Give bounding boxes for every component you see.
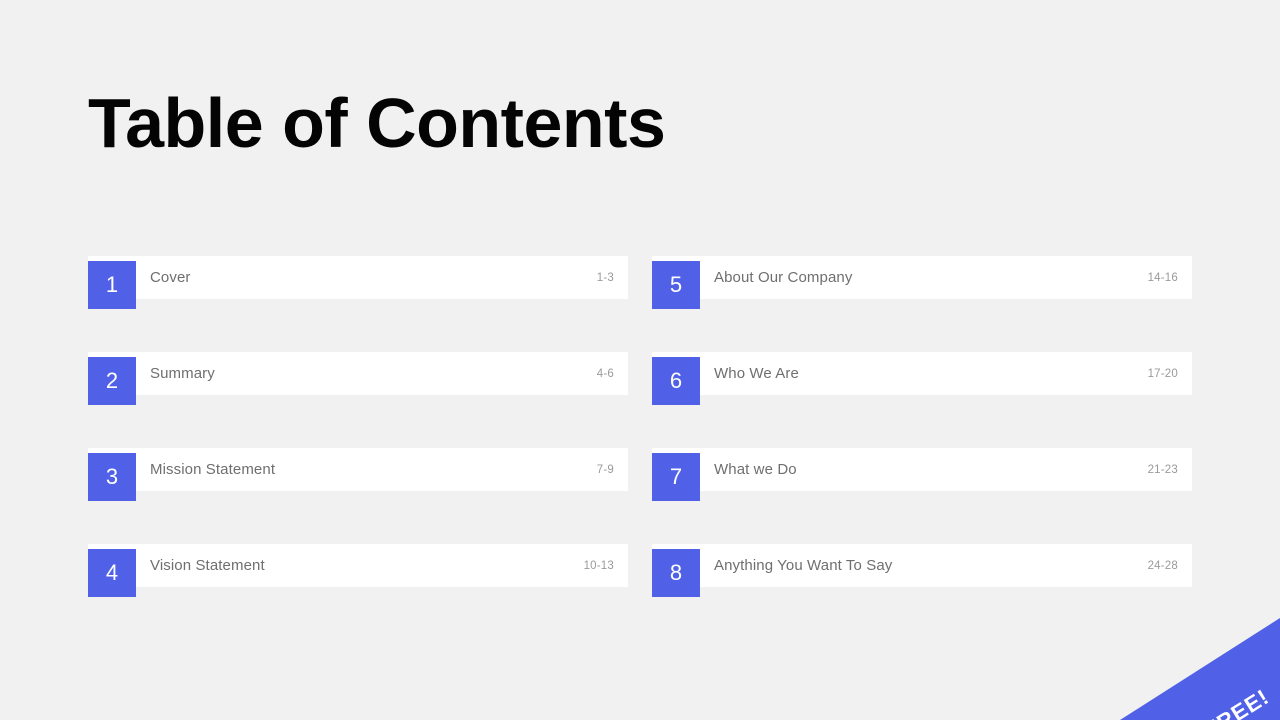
list-item[interactable]: Who We Are 17-20 6 [652, 352, 1192, 405]
toc-entry-label: Vision Statement [150, 557, 265, 574]
free-corner-ribbon: FREE! [1120, 618, 1280, 720]
toc-entry-pages: 10-13 [583, 559, 614, 572]
toc-entry-label: Anything You Want To Say [714, 557, 893, 574]
toc-entry-number: 4 [88, 549, 136, 597]
list-item[interactable]: Vision Statement 10-13 4 [88, 544, 628, 597]
list-item[interactable]: About Our Company 14-16 5 [652, 256, 1192, 309]
toc-entry-pages: 17-20 [1147, 367, 1178, 380]
ribbon-triangle [1120, 618, 1280, 720]
toc-entry-number: 3 [88, 453, 136, 501]
toc-entry-pages: 14-16 [1147, 271, 1178, 284]
toc-entry-label: What we Do [714, 461, 797, 478]
toc-entry-label: About Our Company [714, 269, 853, 286]
toc-entry-number: 7 [652, 453, 700, 501]
slide-canvas: Table of Contents Cover 1-3 1 About Our … [0, 0, 1280, 720]
toc-entry-card[interactable]: What we Do 21-23 [652, 448, 1192, 491]
toc-entry-card[interactable]: Who We Are 17-20 [652, 352, 1192, 395]
list-item[interactable]: Anything You Want To Say 24-28 8 [652, 544, 1192, 597]
toc-entry-number: 5 [652, 261, 700, 309]
toc-entry-pages: 1-3 [596, 271, 614, 284]
list-item[interactable]: Cover 1-3 1 [88, 256, 628, 309]
toc-entry-number: 6 [652, 357, 700, 405]
toc-entry-card[interactable]: Anything You Want To Say 24-28 [652, 544, 1192, 587]
toc-entry-label: Mission Statement [150, 461, 276, 478]
toc-entry-card[interactable]: Summary 4-6 [88, 352, 628, 395]
toc-entry-number: 8 [652, 549, 700, 597]
toc-entry-pages: 7-9 [596, 463, 614, 476]
list-item[interactable]: Mission Statement 7-9 3 [88, 448, 628, 501]
toc-entry-label: Cover [150, 269, 191, 286]
toc-entry-label: Who We Are [714, 365, 799, 382]
list-item[interactable]: What we Do 21-23 7 [652, 448, 1192, 501]
toc-entry-card[interactable]: About Our Company 14-16 [652, 256, 1192, 299]
toc-entry-card[interactable]: Vision Statement 10-13 [88, 544, 628, 587]
toc-entry-pages: 4-6 [596, 367, 614, 380]
toc-entry-number: 2 [88, 357, 136, 405]
ribbon-label: FREE! [1200, 683, 1274, 720]
toc-entry-label: Summary [150, 365, 215, 382]
toc-entry-card[interactable]: Mission Statement 7-9 [88, 448, 628, 491]
list-item[interactable]: Summary 4-6 2 [88, 352, 628, 405]
toc-entry-card[interactable]: Cover 1-3 [88, 256, 628, 299]
page-title: Table of Contents [88, 84, 666, 162]
table-of-contents-list: Cover 1-3 1 About Our Company 14-16 5 Su… [88, 256, 1192, 597]
toc-entry-number: 1 [88, 261, 136, 309]
toc-entry-pages: 24-28 [1147, 559, 1178, 572]
toc-entry-pages: 21-23 [1147, 463, 1178, 476]
